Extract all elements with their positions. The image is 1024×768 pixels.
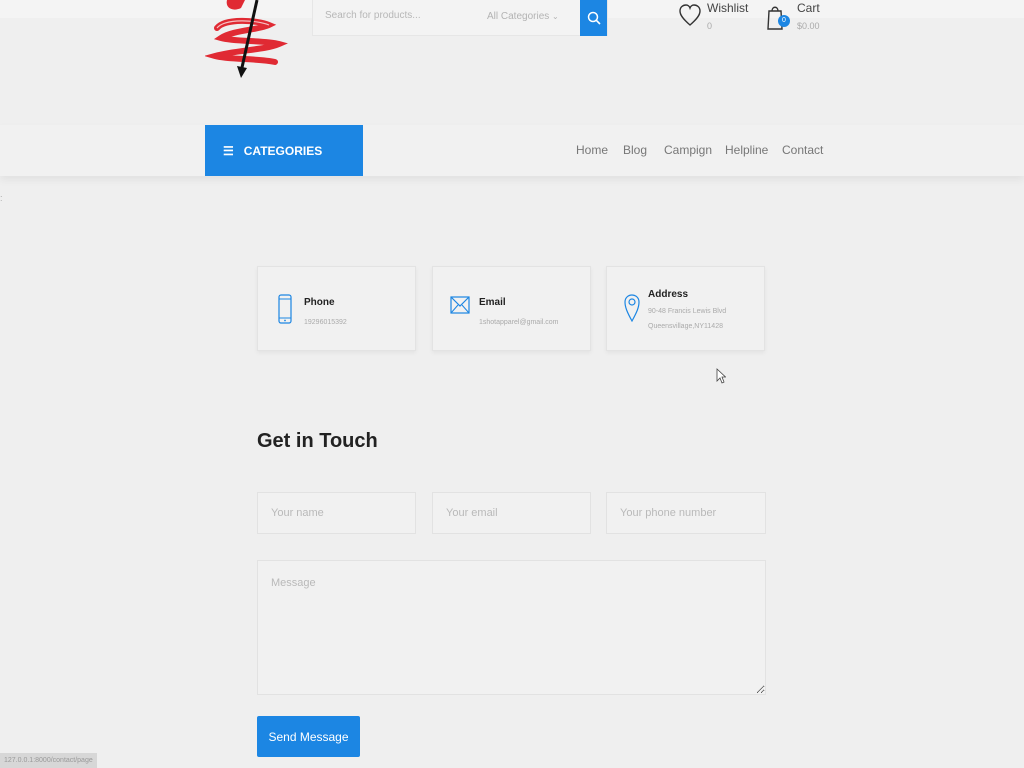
nav-link-contact[interactable]: Contact — [782, 143, 823, 157]
brand-logo[interactable] — [203, 0, 290, 82]
wishlist-count: 0 — [707, 21, 713, 31]
nav-link-home[interactable]: Home — [576, 143, 608, 157]
menu-icon: ☰ — [223, 143, 234, 158]
card-text-line-1: 90-48 Francis Lewis Blvd — [648, 308, 727, 315]
card-title: Email — [479, 297, 506, 308]
contact-card-address: Address 90-48 Francis Lewis Blvd Queensv… — [606, 266, 765, 351]
contact-card-phone: Phone 19296015392 — [257, 266, 416, 351]
mouse-cursor-icon — [716, 368, 726, 384]
chevron-down-icon: ⌄ — [552, 12, 559, 21]
site-header: Search for products... All Categories ⌄ … — [0, 0, 1024, 110]
nav-link-helpline[interactable]: Helpline — [725, 143, 768, 157]
nav-link-campign[interactable]: Campign — [664, 143, 712, 157]
status-bar-url: 127.0.0.1:8000/contact/page — [0, 753, 97, 768]
wishlist-link[interactable]: Wishlist 0 — [679, 0, 759, 40]
cart-count-badge: 0 — [778, 15, 790, 27]
cart-total: $0.00 — [797, 21, 820, 31]
card-title: Phone — [304, 297, 335, 308]
location-icon — [624, 294, 640, 322]
nav-link-blog[interactable]: Blog — [623, 143, 647, 157]
main-navigation: ☰ CATEGORIES Home Blog Campign Helpline … — [0, 125, 1024, 176]
card-title: Address — [648, 289, 689, 300]
category-select[interactable]: All Categories ⌄ — [487, 11, 559, 22]
phone-icon — [278, 294, 292, 324]
card-text-line-2: Queensvillage,NY11428 — [648, 323, 723, 330]
search-icon — [587, 11, 601, 25]
email-field[interactable] — [432, 492, 591, 534]
wishlist-label: Wishlist — [707, 1, 749, 15]
email-icon — [450, 296, 470, 314]
categories-button[interactable]: ☰ CATEGORIES — [205, 125, 363, 176]
card-text: 1shotapparel@gmail.com — [479, 319, 559, 326]
page-title: Get in Touch — [257, 430, 378, 452]
card-text: 19296015392 — [304, 319, 347, 326]
cart-link[interactable]: 0 Cart $0.00 — [766, 0, 836, 40]
category-select-label: All Categories — [487, 11, 550, 22]
contact-card-email: Email 1shotapparel@gmail.com — [432, 266, 591, 351]
search-input[interactable]: Search for products... — [325, 10, 421, 21]
phone-field[interactable] — [606, 492, 766, 534]
cart-label: Cart — [797, 1, 820, 15]
edge-marker: : — [0, 193, 3, 203]
heart-icon — [679, 4, 701, 26]
name-field[interactable] — [257, 492, 416, 534]
categories-label: CATEGORIES — [243, 143, 323, 158]
send-message-button[interactable]: Send Message — [257, 716, 360, 757]
search-bar: Search for products... All Categories ⌄ — [312, 0, 608, 36]
logo-icon — [203, 0, 288, 78]
search-button[interactable] — [580, 0, 607, 36]
message-field[interactable] — [257, 560, 766, 695]
